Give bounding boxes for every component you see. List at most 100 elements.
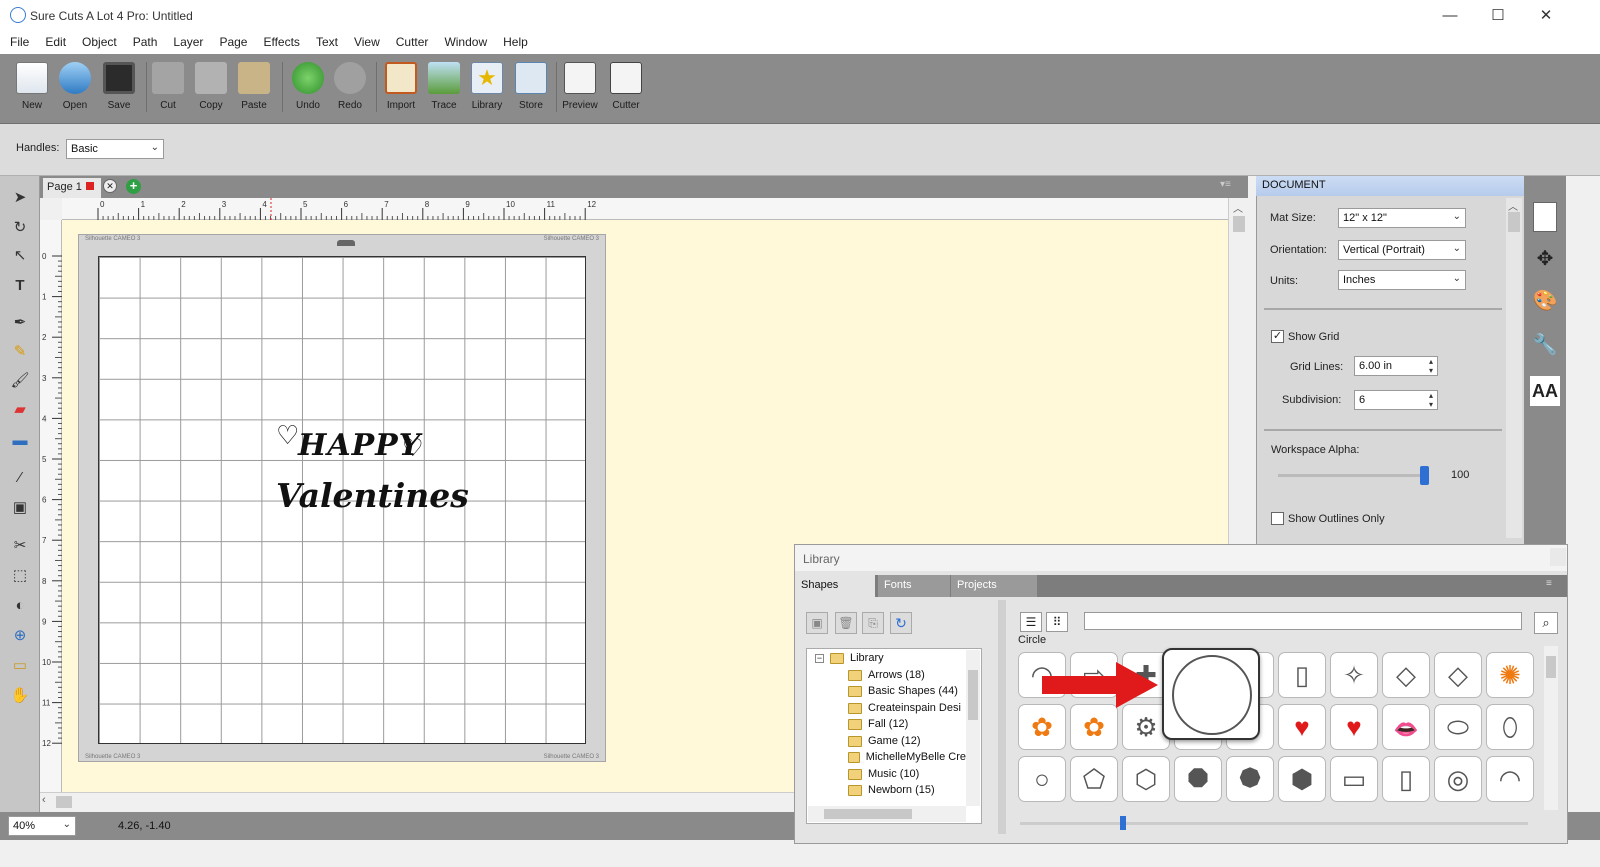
library-shape-item[interactable]: ♥ — [1330, 704, 1378, 750]
tree-item-music[interactable]: Music (10) — [848, 766, 919, 782]
library-shape-item[interactable]: ▯ — [1382, 756, 1430, 802]
library-shape-item[interactable]: ⬯ — [1486, 704, 1534, 750]
grid-view-icon[interactable]: ⠿ — [1046, 612, 1068, 632]
palette-icon[interactable]: 🎨 — [1530, 286, 1560, 316]
store-button[interactable]: Store — [509, 60, 553, 120]
close-button[interactable]: ✕ — [1536, 6, 1556, 26]
zoom-tool-icon[interactable]: ⊕ — [8, 624, 32, 648]
menu-help[interactable]: Help — [495, 32, 536, 54]
search-icon[interactable]: ⌕ — [1534, 612, 1558, 634]
weld-tool-icon[interactable]: ◐ — [8, 594, 32, 618]
library-shape-item[interactable]: 👄 — [1382, 704, 1430, 750]
import-button[interactable]: Import — [379, 60, 423, 120]
rectangle-tool-icon[interactable]: ▬ — [8, 429, 32, 453]
preview-button[interactable]: Preview — [558, 60, 602, 120]
library-shape-item[interactable]: ○ — [1018, 756, 1066, 802]
tree-hscrollbar[interactable] — [808, 806, 966, 822]
eyedropper-tool-icon[interactable]: ⁄ — [8, 466, 32, 490]
library-shape-item[interactable]: ⯃ — [1174, 756, 1222, 802]
select-tool-icon[interactable]: ➤ — [8, 186, 32, 210]
refresh-icon[interactable]: ↻ — [890, 612, 912, 634]
menu-cutter[interactable]: Cutter — [388, 32, 437, 54]
library-shape-item[interactable]: ✧ — [1330, 652, 1378, 698]
spinner-icon[interactable]: ▴ ▾ — [1429, 357, 1433, 375]
circle-shape-preview[interactable] — [1162, 648, 1260, 740]
library-shape-item[interactable]: ◠ — [1486, 756, 1534, 802]
library-shape-item[interactable]: ▯ — [1278, 652, 1326, 698]
grid-lines-field[interactable]: 6.00 in ▴ ▾ — [1354, 356, 1438, 376]
zoom-select[interactable]: 40% ⌄ — [8, 816, 76, 836]
tree-root[interactable]: Library — [830, 650, 884, 666]
move-arrows-icon[interactable]: ✥ — [1530, 244, 1560, 274]
menu-file[interactable]: File — [2, 32, 37, 54]
handles-select[interactable]: Basic ⌄ — [66, 139, 164, 159]
close-page-icon[interactable]: ✕ — [103, 179, 117, 193]
mat-size-select[interactable]: 12" x 12" ⌄ — [1338, 208, 1466, 228]
library-shape-item[interactable]: ⯄ — [1226, 756, 1274, 802]
tree-scrollbar[interactable] — [966, 650, 980, 806]
pencil-tool-icon[interactable]: ✎ — [8, 340, 32, 364]
panel-menu-icon[interactable]: ▾≡ — [1220, 179, 1240, 193]
tab-fonts[interactable]: Fonts — [878, 575, 950, 597]
menu-edit[interactable]: Edit — [37, 32, 74, 54]
brush-tool-icon[interactable]: 🖌 — [8, 369, 32, 393]
workspace-alpha-slider-thumb[interactable] — [1420, 466, 1429, 485]
cutter-button[interactable]: Cutter — [604, 60, 648, 120]
scroll-thumb[interactable] — [1233, 216, 1245, 232]
library-close-button[interactable] — [1550, 548, 1566, 566]
spinner-icon[interactable]: ▴ ▾ — [1429, 391, 1433, 409]
measure-tool-icon[interactable]: ▭ — [8, 654, 32, 678]
export-icon[interactable]: ⎘ — [862, 612, 884, 634]
scroll-thumb[interactable] — [1508, 212, 1520, 232]
library-button[interactable]: ★ Library — [465, 60, 509, 120]
add-page-icon[interactable]: + — [126, 179, 141, 194]
paste-button[interactable]: Paste — [232, 60, 276, 120]
tree-item-fall[interactable]: Fall (12) — [848, 716, 908, 732]
library-shape-item[interactable]: ⬭ — [1434, 704, 1482, 750]
scroll-thumb[interactable] — [1546, 656, 1556, 678]
menu-object[interactable]: Object — [74, 32, 125, 54]
menu-window[interactable]: Window — [436, 32, 495, 54]
library-shape-item[interactable]: ⬡ — [1122, 756, 1170, 802]
tree-item-basic-shapes[interactable]: Basic Shapes (44) — [848, 683, 958, 699]
trace-button[interactable]: Trace — [422, 60, 466, 120]
menu-path[interactable]: Path — [125, 32, 166, 54]
redo-button[interactable]: Redo — [328, 60, 372, 120]
tab-shapes[interactable]: Shapes — [795, 575, 875, 597]
library-shape-item[interactable]: ♥ — [1278, 704, 1326, 750]
pen-tool-icon[interactable]: ✒ — [8, 311, 32, 335]
thumbnail-size-track[interactable] — [1020, 822, 1528, 825]
subdivision-field[interactable]: 6 ▴ ▾ — [1354, 390, 1438, 410]
tree-item-game[interactable]: Game (12) — [848, 733, 921, 749]
splitter[interactable] — [998, 600, 1006, 834]
units-select[interactable]: Inches ⌄ — [1338, 270, 1466, 290]
scroll-thumb[interactable] — [824, 809, 912, 819]
undo-button[interactable]: Undo — [286, 60, 330, 120]
thumbnail-size-thumb[interactable] — [1120, 816, 1126, 830]
workspace-alpha-track[interactable] — [1278, 474, 1428, 477]
happy-valentines-design[interactable]: ♡ HAPPY ♡ Valentines — [262, 418, 469, 538]
page-tab[interactable]: Page 1 — [43, 178, 101, 198]
hand-tool-icon[interactable]: ✋ — [8, 684, 32, 708]
tree-item-arrows[interactable]: Arrows (18) — [848, 667, 925, 683]
library-shape-item[interactable]: ◇ — [1434, 652, 1482, 698]
minimize-button[interactable]: — — [1440, 6, 1460, 26]
menu-layer[interactable]: Layer — [165, 32, 211, 54]
scroll-up-icon[interactable]: ︿ — [1233, 200, 1243, 215]
library-shape-item[interactable]: ⬢ — [1278, 756, 1326, 802]
collapse-icon[interactable]: − — [815, 654, 824, 663]
tree-item-newborn[interactable]: Newborn (15) — [848, 782, 935, 798]
menu-text[interactable]: Text — [308, 32, 346, 54]
knife-tool-icon[interactable]: ✂ — [8, 534, 32, 558]
tab-projects[interactable]: Projects — [951, 575, 1037, 597]
new-folder-icon[interactable]: ▣ — [806, 612, 828, 634]
library-shape-item[interactable]: ▭ — [1330, 756, 1378, 802]
copy-button[interactable]: Copy — [189, 60, 233, 120]
scroll-left-icon[interactable]: ‹ — [42, 794, 46, 806]
menu-page[interactable]: Page — [211, 32, 255, 54]
maximize-button[interactable]: ☐ — [1488, 6, 1508, 26]
library-shape-item[interactable]: ✺ — [1486, 652, 1534, 698]
library-shape-item[interactable]: ◇ — [1382, 652, 1430, 698]
scroll-thumb[interactable] — [968, 670, 978, 720]
open-button[interactable]: Open — [53, 60, 97, 120]
